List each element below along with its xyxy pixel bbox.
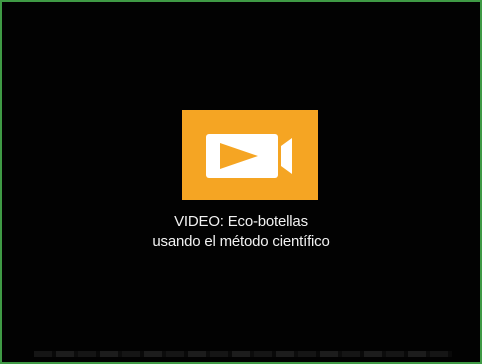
video-play-button[interactable] [182,110,318,200]
bottom-progress-strip [34,351,452,357]
video-camera-icon [206,134,292,178]
video-slide-frame: VIDEO: Eco-botellas usando el método cie… [0,0,482,364]
video-caption-subtitle: usando el método científico [152,233,330,250]
video-caption-title: VIDEO: Eco-botellas [174,213,308,230]
